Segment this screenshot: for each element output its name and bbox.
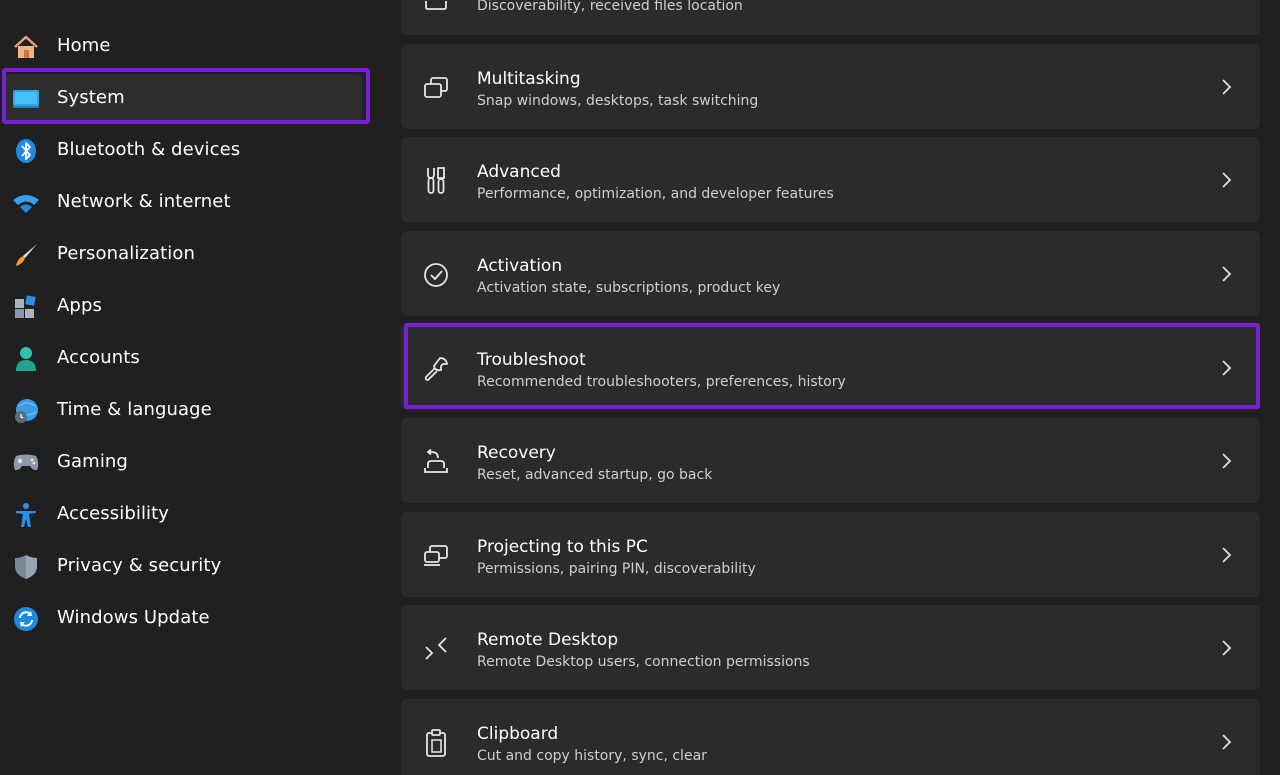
card-subtitle: Permissions, pairing PIN, discoverabilit… <box>477 561 756 577</box>
sidebar-item-label: Privacy & security <box>57 555 222 576</box>
gamepad-icon <box>12 450 40 476</box>
sidebar-item-network[interactable]: Network & internet <box>4 178 362 226</box>
card-title: Activation <box>477 256 563 276</box>
wifi-icon <box>12 190 40 216</box>
card-subtitle: Reset, advanced startup, go back <box>477 467 713 483</box>
sidebar-item-time-language[interactable]: Time & language <box>4 386 362 434</box>
card-title: Clipboard <box>477 724 559 744</box>
bluetooth-icon <box>12 138 40 164</box>
sidebar-item-apps[interactable]: Apps <box>4 282 362 330</box>
recovery-icon <box>421 447 451 477</box>
sidebar-item-label: Accounts <box>57 347 140 368</box>
tools-icon <box>421 166 451 196</box>
card-title: Projecting to this PC <box>477 537 648 557</box>
card-subtitle: Activation state, subscriptions, product… <box>477 280 781 296</box>
card-title: Advanced <box>477 162 561 182</box>
globe-clock-icon <box>12 398 40 424</box>
nearby-sharing-icon <box>421 0 451 22</box>
sidebar-item-privacy[interactable]: Privacy & security <box>4 542 362 590</box>
sidebar-item-home[interactable]: Home <box>4 22 362 70</box>
sidebar-item-system[interactable]: System <box>4 74 362 122</box>
sidebar-item-gaming[interactable]: Gaming <box>4 438 362 486</box>
system-icon <box>12 86 40 112</box>
projecting-icon <box>421 541 451 571</box>
apps-icon <box>12 294 40 320</box>
sidebar-item-label: Gaming <box>57 451 128 472</box>
chevron-right-icon <box>1222 453 1232 469</box>
sidebar-item-label: Bluetooth & devices <box>57 139 241 160</box>
card-title: Multitasking <box>477 69 581 89</box>
sidebar-item-personalization[interactable]: Personalization <box>4 230 362 278</box>
remote-desktop-icon <box>421 634 451 664</box>
settings-card-troubleshoot[interactable]: Troubleshoot Recommended troubleshooters… <box>401 325 1260 410</box>
card-title: Troubleshoot <box>477 350 586 370</box>
sidebar-item-label: Apps <box>57 295 102 316</box>
sidebar-item-label: Time & language <box>57 399 212 420</box>
chevron-right-icon <box>1222 640 1232 656</box>
card-title: Recovery <box>477 443 556 463</box>
shield-icon <box>12 554 40 580</box>
settings-card-clipboard[interactable]: Clipboard Cut and copy history, sync, cl… <box>401 699 1260 775</box>
paintbrush-icon <box>12 242 40 268</box>
accessibility-icon <box>12 502 40 528</box>
home-icon <box>12 34 40 60</box>
sidebar-item-accessibility[interactable]: Accessibility <box>4 490 362 538</box>
card-subtitle: Snap windows, desktops, task switching <box>477 93 759 109</box>
person-icon <box>12 346 40 372</box>
update-icon <box>12 606 40 632</box>
card-subtitle: Cut and copy history, sync, clear <box>477 748 707 764</box>
chevron-right-icon <box>1222 360 1232 376</box>
sidebar-item-windows-update[interactable]: Windows Update <box>4 594 362 642</box>
settings-card-activation[interactable]: Activation Activation state, subscriptio… <box>401 231 1260 316</box>
sidebar-item-accounts[interactable]: Accounts <box>4 334 362 382</box>
sidebar: Home System Bluetooth & devices Network … <box>0 0 380 775</box>
chevron-right-icon <box>1222 547 1232 563</box>
card-subtitle: Performance, optimization, and developer… <box>477 186 834 202</box>
card-subtitle: Remote Desktop users, connection permiss… <box>477 654 810 670</box>
sidebar-item-label: Accessibility <box>57 503 170 524</box>
sidebar-item-label: Personalization <box>57 243 195 264</box>
sidebar-item-label: Network & internet <box>57 191 231 212</box>
settings-card-projecting[interactable]: Projecting to this PC Permissions, pairi… <box>401 512 1260 597</box>
settings-card-recovery[interactable]: Recovery Reset, advanced startup, go bac… <box>401 418 1260 503</box>
wrench-icon <box>421 354 451 384</box>
sidebar-item-label: Home <box>57 35 111 56</box>
sidebar-item-bluetooth[interactable]: Bluetooth & devices <box>4 126 362 174</box>
chevron-right-icon <box>1222 79 1232 95</box>
settings-card-multitasking[interactable]: Multitasking Snap windows, desktops, tas… <box>401 44 1260 129</box>
card-subtitle: Recommended troubleshooters, preferences… <box>477 374 846 390</box>
settings-card-nearby-sharing[interactable]: Discoverability, received files location <box>401 0 1260 35</box>
sidebar-item-label: Windows Update <box>57 607 210 628</box>
settings-window: Home System Bluetooth & devices Network … <box>0 0 1280 775</box>
check-circle-icon <box>421 260 451 290</box>
chevron-right-icon <box>1222 266 1232 282</box>
multitasking-icon <box>421 73 451 103</box>
sidebar-item-label: System <box>57 87 125 108</box>
card-subtitle: Discoverability, received files location <box>477 0 743 14</box>
chevron-right-icon <box>1222 734 1232 750</box>
chevron-right-icon <box>1222 172 1232 188</box>
clipboard-icon <box>421 728 451 758</box>
settings-card-advanced[interactable]: Advanced Performance, optimization, and … <box>401 137 1260 222</box>
card-title: Remote Desktop <box>477 630 619 650</box>
settings-card-remote-desktop[interactable]: Remote Desktop Remote Desktop users, con… <box>401 605 1260 690</box>
